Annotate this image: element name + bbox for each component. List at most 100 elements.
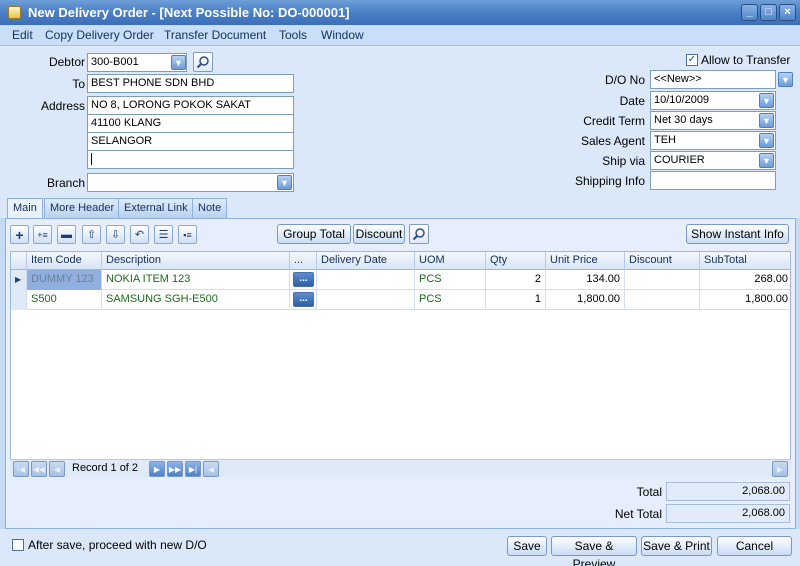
cell-discount[interactable]	[625, 270, 700, 290]
cell-subtotal[interactable]: 268.00	[700, 270, 790, 290]
col-ellipsis[interactable]: ...	[290, 252, 317, 270]
tab-note[interactable]: Note	[192, 198, 228, 218]
group-total-button[interactable]: Group Total	[277, 224, 351, 244]
arrow-up-icon: ⇧	[86, 229, 97, 241]
table-row[interactable]: S500 SAMSUNG SGH-E500 ... PCS 1 1,800.00…	[11, 290, 790, 310]
cell-uom[interactable]: PCS	[415, 270, 486, 290]
address-line-4[interactable]	[87, 150, 294, 169]
do-no-dropdown-icon[interactable]: ▼	[778, 72, 793, 87]
table-row[interactable]: ▶ DUMMY 123 NOKIA ITEM 123 ... PCS 2 134…	[11, 270, 790, 290]
menu-window[interactable]: Window	[321, 28, 364, 42]
cell-item-code[interactable]: DUMMY 123	[27, 270, 102, 290]
col-discount[interactable]: Discount	[625, 252, 700, 270]
address-line-3[interactable]: SELANGOR	[87, 132, 294, 151]
date-field[interactable]: 10/10/2009	[650, 91, 776, 110]
branch-field[interactable]	[87, 173, 294, 192]
tab-strip: Main More Header External Link Note	[0, 198, 800, 219]
menu-tools[interactable]: Tools	[279, 28, 307, 42]
show-instant-info-button[interactable]: Show Instant Info	[686, 224, 789, 244]
ship-via-dropdown-icon[interactable]: ▼	[759, 153, 774, 168]
debtor-search-button[interactable]	[193, 52, 213, 72]
tab-external-link[interactable]: External Link	[118, 198, 194, 218]
cell-item-code[interactable]: S500	[27, 290, 102, 310]
add-row-button[interactable]: +	[10, 225, 29, 244]
insert-row-button[interactable]: +≡	[33, 225, 52, 244]
save-button[interactable]: Save	[507, 536, 547, 556]
tab-more-header[interactable]: More Header	[44, 198, 121, 218]
delete-row-button[interactable]: ▬	[57, 225, 76, 244]
cell-uom[interactable]: PCS	[415, 290, 486, 310]
close-button[interactable]: ×	[779, 4, 796, 21]
col-description[interactable]: Description	[102, 252, 290, 270]
nav-last-button[interactable]: ▶|	[185, 461, 201, 477]
cell-qty[interactable]: 2	[486, 270, 546, 290]
do-no-field[interactable]: <<New>>	[650, 70, 776, 89]
move-down-button[interactable]: ⇩	[106, 225, 125, 244]
menu-transfer-document[interactable]: Transfer Document	[164, 28, 266, 42]
save-preview-button[interactable]: Save & Preview	[551, 536, 637, 566]
credit-term-field[interactable]: Net 30 days	[650, 111, 776, 130]
nav-next-page-button[interactable]: ▶▶	[167, 461, 183, 477]
detail-list-button[interactable]: ☰	[154, 225, 173, 244]
after-save-new-checkbox[interactable]	[12, 539, 24, 551]
sales-agent-field[interactable]: TEH	[650, 131, 776, 150]
credit-term-dropdown-icon[interactable]: ▼	[759, 113, 774, 128]
next-page-icon: ▶▶	[168, 464, 182, 474]
tab-main[interactable]: Main	[7, 198, 43, 219]
shipping-info-label: Shipping Info	[574, 174, 645, 188]
cell-unit-price[interactable]: 1,800.00	[546, 290, 625, 310]
ship-via-field[interactable]: COURIER	[650, 151, 776, 170]
debtor-dropdown-icon[interactable]: ▼	[171, 55, 186, 70]
undo-button[interactable]: ↶	[130, 225, 149, 244]
header-indicator	[11, 252, 27, 270]
col-subtotal[interactable]: SubTotal	[700, 252, 790, 270]
footer-bar: After save, proceed with new D/O Save Sa…	[0, 529, 800, 566]
cell-description[interactable]: SAMSUNG SGH-E500	[102, 290, 290, 310]
maximize-button[interactable]: □	[760, 4, 777, 21]
col-item-code[interactable]: Item Code	[27, 252, 102, 270]
cell-discount[interactable]	[625, 290, 700, 310]
move-up-button[interactable]: ⇧	[82, 225, 101, 244]
nav-scroll-left-button[interactable]: ◀	[203, 461, 219, 477]
grid-header: Item Code Description ... Delivery Date …	[11, 252, 790, 270]
nav-first-button[interactable]: |◀	[13, 461, 29, 477]
shipping-info-field[interactable]	[650, 171, 776, 190]
minimize-button[interactable]: _	[741, 4, 758, 21]
net-total-label: Net Total	[614, 507, 662, 521]
nav-prev-button[interactable]: ◀	[49, 461, 65, 477]
item-search-button[interactable]	[409, 224, 429, 244]
cell-subtotal[interactable]: 1,800.00	[700, 290, 790, 310]
col-unit-price[interactable]: Unit Price	[546, 252, 625, 270]
total-label: Total	[636, 485, 662, 499]
date-dropdown-icon[interactable]: ▼	[759, 93, 774, 108]
cell-qty[interactable]: 1	[486, 290, 546, 310]
sales-agent-dropdown-icon[interactable]: ▼	[759, 133, 774, 148]
address-line-2[interactable]: 41100 KLANG	[87, 114, 294, 133]
col-uom[interactable]: UOM	[415, 252, 486, 270]
cancel-button[interactable]: Cancel	[717, 536, 792, 556]
allow-transfer-checkbox[interactable]: ✓	[686, 54, 698, 66]
address-label: Address	[40, 99, 85, 113]
cell-delivery-date[interactable]	[317, 270, 415, 290]
item-detail-button[interactable]: ...	[293, 292, 314, 307]
credit-term-label: Credit Term	[583, 114, 645, 128]
subtotal-icon: ▪≡	[183, 229, 192, 240]
nav-next-button[interactable]: ▶	[149, 461, 165, 477]
menu-copy-delivery-order[interactable]: Copy Delivery Order	[45, 28, 154, 42]
menu-edit[interactable]: Edit	[12, 28, 33, 42]
address-line-1[interactable]: NO 8, LORONG POKOK SAKAT	[87, 96, 294, 115]
branch-dropdown-icon[interactable]: ▼	[277, 175, 292, 190]
item-detail-button[interactable]: ...	[293, 272, 314, 287]
cell-unit-price[interactable]: 134.00	[546, 270, 625, 290]
nav-prev-page-button[interactable]: ◀◀	[31, 461, 47, 477]
col-qty[interactable]: Qty	[486, 252, 546, 270]
to-field[interactable]: BEST PHONE SDN BHD	[87, 74, 294, 93]
cell-delivery-date[interactable]	[317, 290, 415, 310]
discount-button[interactable]: Discount	[353, 224, 405, 244]
subtotal-button[interactable]: ▪≡	[178, 225, 197, 244]
prev-page-icon: ◀◀	[32, 464, 46, 474]
cell-description[interactable]: NOKIA ITEM 123	[102, 270, 290, 290]
save-print-button[interactable]: Save & Print	[641, 536, 712, 556]
col-delivery-date[interactable]: Delivery Date	[317, 252, 415, 270]
nav-scroll-right-button[interactable]: ▶	[772, 461, 788, 477]
